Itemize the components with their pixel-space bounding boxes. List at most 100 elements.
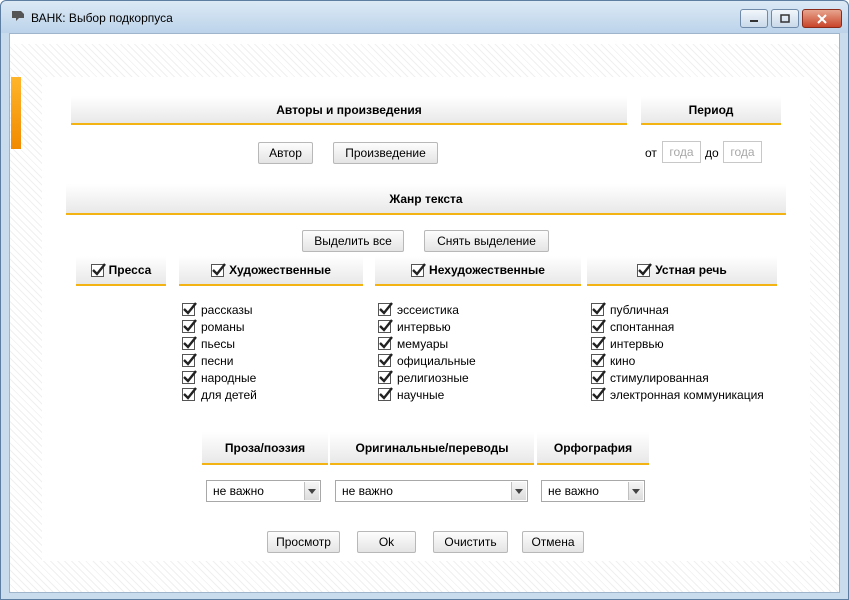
year-to-input[interactable]: года — [723, 141, 762, 163]
list-item[interactable]: интервью — [378, 318, 476, 335]
item-label: народные — [201, 370, 257, 385]
checkmark-icon — [592, 336, 606, 349]
checkmark-icon — [592, 319, 606, 332]
checkmark-icon — [379, 353, 393, 366]
list-item[interactable]: научные — [378, 386, 476, 403]
list-item[interactable]: кино — [591, 352, 764, 369]
checkbox-press[interactable] — [90, 262, 106, 277]
checkmark-icon — [379, 319, 393, 332]
checkbox-nonfiction[interactable] — [411, 262, 426, 277]
list-item[interactable]: для детей — [182, 386, 257, 403]
list-item[interactable]: рассказы — [182, 301, 257, 318]
item-label: рассказы — [201, 302, 253, 317]
checkmark-icon — [183, 336, 197, 349]
category-oral-speech[interactable]: Устная речь — [587, 256, 777, 286]
original-translation-select[interactable]: не важно — [335, 480, 528, 502]
work-button[interactable]: Произведение — [333, 142, 438, 164]
list-item[interactable]: публичная — [591, 301, 764, 318]
checkmark-icon — [592, 387, 606, 400]
checkbox[interactable] — [591, 353, 606, 367]
checkmark-icon — [183, 319, 197, 332]
checkbox[interactable] — [182, 370, 197, 384]
list-item[interactable]: стимулированная — [591, 369, 764, 386]
author-button[interactable]: Автор — [258, 142, 313, 164]
checkbox[interactable] — [182, 336, 197, 350]
checkmark-icon — [212, 262, 227, 276]
checkmark-icon — [592, 302, 606, 315]
item-label: интервью — [397, 319, 451, 334]
list-item[interactable]: официальные — [378, 352, 476, 369]
prose-poetry-select[interactable]: не важно — [206, 480, 321, 502]
list-item[interactable]: мемуары — [378, 335, 476, 352]
preview-button[interactable]: Просмотр — [267, 531, 340, 553]
checkbox[interactable] — [591, 319, 606, 333]
chevron-down-icon[interactable] — [304, 482, 319, 500]
list-item[interactable]: народные — [182, 369, 257, 386]
list-item[interactable]: электронная коммуникация — [591, 386, 764, 403]
period-header: Период — [641, 96, 781, 125]
checkmark-icon — [91, 262, 106, 276]
list-item[interactable]: интервью — [591, 335, 764, 352]
checkbox[interactable] — [378, 353, 393, 367]
fiction-list: рассказы романы пьесы песни народные для… — [182, 301, 257, 403]
to-label: до — [705, 146, 719, 160]
chevron-down-icon[interactable] — [628, 482, 643, 500]
item-label: песни — [201, 353, 234, 368]
checkmark-icon — [183, 353, 197, 366]
checkbox-fiction[interactable] — [211, 262, 227, 277]
checkbox[interactable] — [591, 387, 606, 401]
checkbox[interactable] — [378, 336, 393, 350]
list-item[interactable]: эссеистика — [378, 301, 476, 318]
checkmark-icon — [412, 262, 426, 276]
checkmark-icon — [638, 262, 653, 276]
close-button[interactable] — [802, 9, 842, 28]
orthography-header: Орфография — [537, 432, 649, 465]
orthography-select[interactable]: не важно — [541, 480, 645, 502]
prose-poetry-header: Проза/поэзия — [202, 432, 328, 465]
checkbox[interactable] — [378, 302, 393, 316]
select-all-button[interactable]: Выделить все — [302, 230, 404, 252]
list-item[interactable]: спонтанная — [591, 318, 764, 335]
checkbox[interactable] — [591, 336, 606, 350]
clear-selection-button[interactable]: Снять выделение — [424, 230, 549, 252]
checkbox[interactable] — [182, 302, 197, 316]
item-label: для детей — [201, 387, 257, 402]
checkbox[interactable] — [378, 370, 393, 384]
list-item[interactable]: песни — [182, 352, 257, 369]
category-label: Пресса — [108, 263, 152, 277]
list-item[interactable]: романы — [182, 318, 257, 335]
checkbox[interactable] — [378, 319, 393, 333]
select-value: не важно — [342, 484, 393, 498]
category-nonfiction[interactable]: Нехудожественные — [375, 256, 581, 286]
checkbox-oral-speech[interactable] — [637, 262, 653, 277]
cancel-button[interactable]: Отмена — [522, 531, 584, 553]
item-label: спонтанная — [610, 319, 675, 334]
checkbox[interactable] — [591, 370, 606, 384]
item-label: интервью — [610, 336, 664, 351]
list-item[interactable]: пьесы — [182, 335, 257, 352]
checkbox[interactable] — [378, 387, 393, 401]
ok-button[interactable]: Ok — [357, 531, 416, 553]
chevron-down-icon[interactable] — [511, 482, 526, 500]
window-title: ВАНК: Выбор подкорпуса — [31, 11, 173, 25]
maximize-icon — [780, 14, 790, 23]
category-label: Нехудожественные — [429, 263, 545, 277]
clear-button[interactable]: Очистить — [433, 531, 508, 553]
side-tab[interactable] — [11, 77, 21, 149]
category-label: Устная речь — [655, 263, 727, 277]
checkmark-icon — [379, 302, 393, 315]
category-fiction[interactable]: Художественные — [179, 256, 363, 286]
app-window: ВАНК: Выбор подкорпуса Авторы и произвед… — [0, 0, 849, 600]
list-item[interactable]: религиозные — [378, 369, 476, 386]
checkbox[interactable] — [182, 387, 197, 401]
category-press[interactable]: Пресса — [76, 256, 166, 286]
maximize-button[interactable] — [771, 9, 799, 28]
subcorpus-panel: Авторы и произведения Автор Произведение… — [42, 77, 810, 561]
checkbox[interactable] — [182, 353, 197, 367]
checkbox[interactable] — [591, 302, 606, 316]
year-from-input[interactable]: года — [662, 141, 701, 163]
minimize-button[interactable] — [740, 9, 768, 28]
category-label: Художественные — [229, 263, 331, 277]
item-label: официальные — [397, 353, 476, 368]
checkbox[interactable] — [182, 319, 197, 333]
